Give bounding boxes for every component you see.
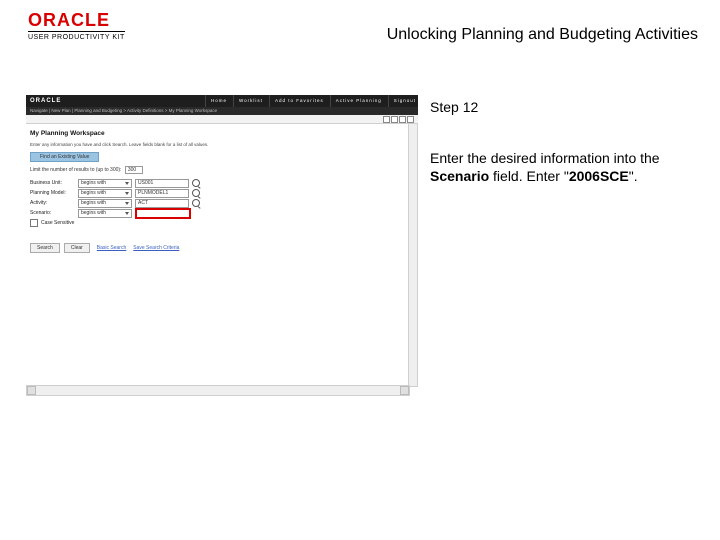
planning-model-input: PLNMODEL1: [135, 189, 189, 198]
field-label: Planning Model:: [30, 190, 78, 196]
inst-field: Scenario: [430, 168, 489, 184]
app-brand: ORACLE: [30, 98, 61, 104]
step-label: Step 12: [430, 99, 698, 115]
row-scenario: Scenario: begins with: [30, 208, 200, 218]
menu-fav: Add to Favorites: [269, 95, 324, 107]
inst-value: 2006SCE: [569, 168, 629, 184]
menu-worklist: Worklist: [233, 95, 263, 107]
search-form: Business Unit: begins with US001 Plannin…: [30, 178, 200, 228]
limit-row: Limit the number of results to (up to 30…: [30, 166, 143, 174]
operator-select: begins with: [78, 179, 132, 188]
embedded-app-screenshot: ORACLE Home Worklist Add to Favorites Ac…: [26, 95, 418, 395]
row-business-unit: Business Unit: begins with US001: [30, 178, 200, 188]
app-toolbar: [26, 115, 418, 124]
inst-prefix: Enter the desired information into the: [430, 150, 660, 166]
menu-home: Home: [205, 95, 227, 107]
row-activity: Activity: begins with ACT: [30, 198, 200, 208]
app-breadcrumbs: Navigate | New Plan | Planning and Budge…: [26, 107, 418, 115]
vertical-scrollbar: [408, 123, 418, 387]
row-planning-model: Planning Model: begins with PLNMODEL1: [30, 188, 200, 198]
lookup-icon: [192, 189, 200, 197]
search-tab: Find an Existing Value: [30, 152, 99, 162]
inst-mid: field. Enter ": [489, 168, 569, 184]
business-unit-input: US001: [135, 179, 189, 188]
content-area: ORACLE Home Worklist Add to Favorites Ac…: [26, 95, 698, 425]
basic-search-link: Basic Search: [97, 245, 126, 251]
toolbar-icon: [383, 116, 390, 123]
brand-logo: ORACLE USER PRODUCTIVITY KIT: [28, 12, 125, 41]
row-case-sensitive: Case Sensitive: [30, 218, 200, 228]
clear-button: Clear: [64, 243, 90, 253]
inst-suffix: ".: [629, 168, 638, 184]
page-title: Unlocking Planning and Budgeting Activit…: [387, 26, 698, 44]
operator-select: begins with: [78, 189, 132, 198]
search-buttons: Search Clear Basic Search Save Search Cr…: [30, 243, 179, 253]
activity-input: ACT: [135, 199, 189, 208]
toolbar-icon: [391, 116, 398, 123]
operator-select: begins with: [78, 209, 132, 218]
limit-input: 300: [125, 166, 143, 174]
limit-label: Limit the number of results to (up to 30…: [30, 167, 121, 173]
menu-signout: Signout: [388, 95, 416, 107]
toolbar-icon: [399, 116, 406, 123]
case-sensitive-checkbox: [30, 219, 38, 227]
document-header: ORACLE USER PRODUCTIVITY KIT Unlocking P…: [0, 0, 720, 60]
horizontal-scrollbar: [26, 385, 410, 396]
app-brand-bar: ORACLE Home Worklist Add to Favorites Ac…: [26, 95, 418, 107]
workspace-subtitle: Enter any information you have and click…: [30, 142, 208, 147]
toolbar-icons: [383, 116, 414, 123]
scenario-input[interactable]: [135, 208, 191, 219]
workspace-title: My Planning Workspace: [30, 130, 105, 137]
brand-wordmark: ORACLE: [28, 12, 125, 28]
lookup-icon: [192, 179, 200, 187]
scroll-right-arrow-icon: [400, 386, 409, 395]
field-label: Business Unit:: [30, 180, 78, 186]
save-search-link: Save Search Criteria: [133, 245, 179, 251]
app-top-menu: Home Worklist Add to Favorites Active Pl…: [205, 95, 416, 107]
toolbar-icon: [407, 116, 414, 123]
search-button: Search: [30, 243, 60, 253]
brand-subline: USER PRODUCTIVITY KIT: [28, 31, 125, 41]
menu-plan: Active Planning: [330, 95, 382, 107]
field-label: Scenario:: [30, 210, 78, 216]
instruction-panel: Step 12 Enter the desired information in…: [430, 95, 698, 186]
case-sensitive-label: Case Sensitive: [41, 220, 74, 226]
lookup-icon: [192, 199, 200, 207]
scroll-left-arrow-icon: [27, 386, 36, 395]
operator-select: begins with: [78, 199, 132, 208]
field-label: Activity:: [30, 200, 78, 206]
instruction-text: Enter the desired information into the S…: [430, 149, 690, 186]
